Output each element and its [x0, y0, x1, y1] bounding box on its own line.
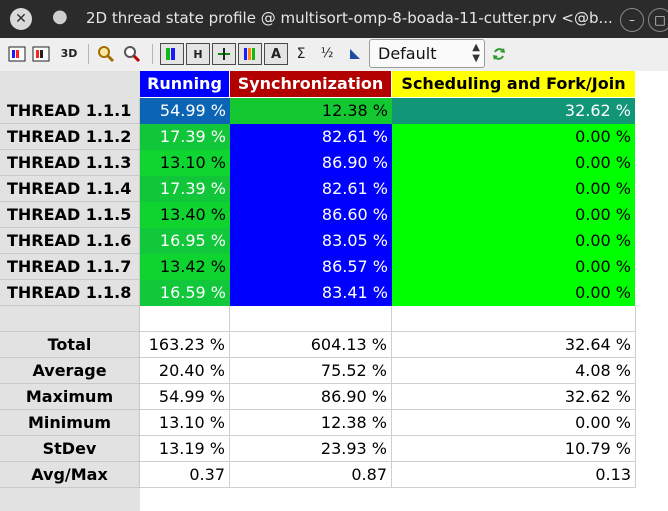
stat-cell[interactable]: 0.13 [392, 462, 636, 488]
thread-row-label[interactable]: THREAD 1.1.3 [0, 150, 140, 176]
stat-cell[interactable]: 0.87 [230, 462, 392, 488]
font-label-icon[interactable]: A [264, 43, 288, 65]
zoom-reset-icon[interactable] [122, 43, 142, 65]
fraction-percent-button[interactable]: ½ [316, 43, 338, 65]
stat-cell[interactable]: 0.37 [140, 462, 230, 488]
table-cell[interactable]: 82.61 % [230, 176, 392, 202]
zoom-icon[interactable] [96, 43, 116, 65]
stat-cell[interactable]: 86.90 % [230, 384, 392, 410]
table-cell[interactable]: 0.00 % [392, 228, 635, 254]
window-title: 2D thread state profile @ multisort-omp-… [86, 9, 613, 27]
table-cell[interactable]: 0.00 % [392, 202, 635, 228]
stat-cell[interactable]: 32.62 % [392, 384, 636, 410]
column-header[interactable]: Scheduling and Fork/Join [392, 71, 635, 97]
minimize-window-button[interactable]: – [620, 8, 644, 32]
toolbar-separator [152, 44, 153, 64]
sort-triangle-icon[interactable] [346, 43, 364, 65]
stat-cell[interactable]: 20.40 % [140, 358, 230, 384]
table-cell[interactable]: 0.00 % [392, 254, 635, 280]
table-cell[interactable]: 86.60 % [230, 202, 392, 228]
dropdown-arrows-icon: ▲ ▼ [472, 42, 480, 64]
stat-cell[interactable]: 75.52 % [230, 358, 392, 384]
thread-row-label[interactable]: THREAD 1.1.5 [0, 202, 140, 228]
stat-cell[interactable]: 0.00 % [392, 410, 636, 436]
totals-sigma-button[interactable]: Σ [292, 43, 310, 65]
blank-cell [140, 306, 230, 332]
semantic-dropdown-value: Default [378, 44, 437, 63]
blank-row-label [0, 306, 140, 332]
profile-table: Running Synchronization Scheduling and For… [0, 71, 668, 511]
table-cell[interactable]: 32.62 % [392, 98, 635, 124]
table-cell[interactable]: 0.00 % [392, 150, 635, 176]
table-cell[interactable]: 16.59 % [140, 280, 230, 306]
color-mode-icon[interactable] [160, 43, 184, 65]
stat-cell[interactable]: 32.64 % [392, 332, 636, 358]
table-cell[interactable]: 16.95 % [140, 228, 230, 254]
title-bar: ✕ ● 2D thread state profile @ multisort-… [0, 0, 668, 38]
table-cell[interactable]: 86.57 % [230, 254, 392, 280]
blank-cell [230, 306, 392, 332]
stat-row-label[interactable]: Minimum [0, 410, 140, 436]
table-cell[interactable]: 13.10 % [140, 150, 230, 176]
stat-cell[interactable]: 23.93 % [230, 436, 392, 462]
table-cell[interactable]: 13.40 % [140, 202, 230, 228]
open-control-window-icon[interactable] [8, 43, 26, 65]
table-cell[interactable]: 0.00 % [392, 176, 635, 202]
table-cell[interactable]: 12.38 % [230, 98, 392, 124]
hide-columns-icon[interactable] [212, 43, 236, 65]
thread-row-label[interactable]: THREAD 1.1.2 [0, 124, 140, 150]
semantic-colors-icon[interactable] [238, 43, 262, 65]
stat-row-label[interactable]: StDev [0, 436, 140, 462]
maximize-window-button[interactable]: □ [648, 8, 668, 32]
table-cell[interactable]: 54.99 % [140, 98, 230, 124]
toolbar: 3D H A Σ ½ [0, 38, 668, 72]
thread-row-label[interactable]: THREAD 1.1.8 [0, 280, 140, 306]
stat-cell[interactable]: 4.08 % [392, 358, 636, 384]
thread-row-label[interactable]: THREAD 1.1.6 [0, 228, 140, 254]
stat-row-label[interactable]: Maximum [0, 384, 140, 410]
refresh-icon[interactable] [490, 43, 508, 65]
blank-cell [392, 306, 636, 332]
open-data-window-icon[interactable] [32, 43, 50, 65]
stat-row-label[interactable]: Average [0, 358, 140, 384]
thread-row-label[interactable]: THREAD 1.1.1 [0, 98, 140, 124]
stat-row-label[interactable]: Total [0, 332, 140, 358]
stat-cell[interactable]: 10.79 % [392, 436, 636, 462]
column-header[interactable]: Running [140, 71, 229, 97]
table-cell[interactable]: 17.39 % [140, 124, 230, 150]
toolbar-separator [88, 44, 89, 64]
table-cell[interactable]: 83.41 % [230, 280, 392, 306]
stat-row-label[interactable]: Avg/Max [0, 462, 140, 488]
stat-cell[interactable]: 54.99 % [140, 384, 230, 410]
stat-cell[interactable]: 13.19 % [140, 436, 230, 462]
thread-row-label[interactable]: THREAD 1.1.4 [0, 176, 140, 202]
semantic-dropdown[interactable]: Default ▲ ▼ [369, 39, 485, 68]
thread-row-label[interactable]: THREAD 1.1.7 [0, 254, 140, 280]
column-header[interactable]: Synchronization [230, 71, 391, 97]
table-cell[interactable]: 83.05 % [230, 228, 392, 254]
stat-cell[interactable]: 604.13 % [230, 332, 392, 358]
close-window-button[interactable]: ✕ [10, 8, 32, 30]
table-cell[interactable]: 17.39 % [140, 176, 230, 202]
table-cell[interactable]: 82.61 % [230, 124, 392, 150]
stat-cell[interactable]: 13.10 % [140, 410, 230, 436]
stat-cell[interactable]: 163.23 % [140, 332, 230, 358]
table-cell[interactable]: 0.00 % [392, 124, 635, 150]
table-cell[interactable]: 86.90 % [230, 150, 392, 176]
horizontal-mode-button[interactable]: H [186, 43, 210, 65]
window-menu-dot-icon[interactable]: ● [52, 6, 68, 27]
table-cell[interactable]: 0.00 % [392, 280, 635, 306]
table-cell[interactable]: 13.42 % [140, 254, 230, 280]
stat-cell[interactable]: 12.38 % [230, 410, 392, 436]
open-3d-window-button[interactable]: 3D [58, 43, 80, 65]
